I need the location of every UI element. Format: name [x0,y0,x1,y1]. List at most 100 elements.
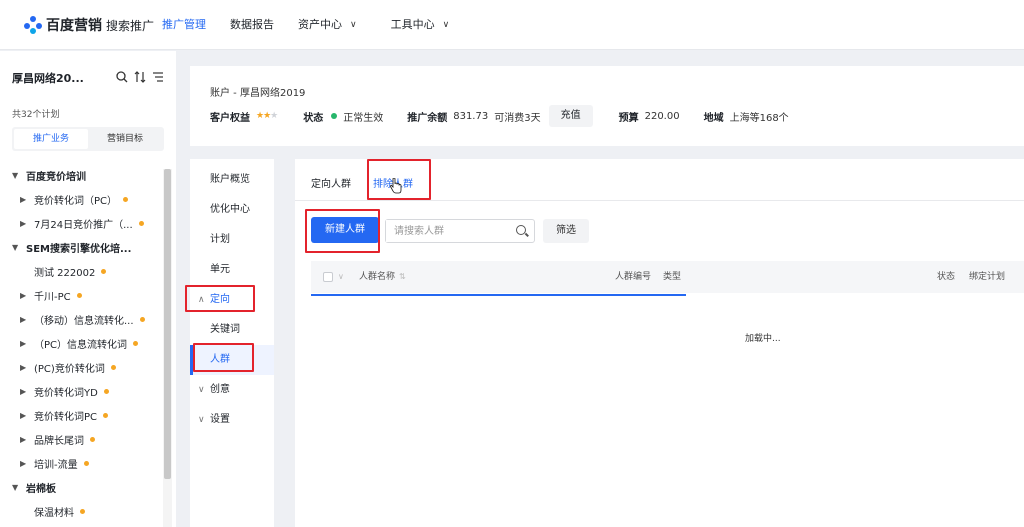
caret-right-icon[interactable]: ▶ [20,219,30,228]
sidebar-group[interactable]: ▼ 岩棉板 [0,475,162,499]
sidebar-plan-item[interactable]: ▶ 培训-流量 [0,451,162,475]
sidebar-item-label: 岩棉板 [26,483,56,495]
sidebar-plan-item[interactable]: ▶ 品牌长尾词 [0,427,162,451]
chevron-down-icon: ∨ [198,385,205,395]
search-input[interactable] [386,220,506,242]
caret-right-icon[interactable]: ▶ [20,435,30,444]
subnav-plan[interactable]: 计划 [190,225,274,255]
status-dot-icon [139,316,145,322]
account-summary: 账户 - 厚昌网络2019 客户权益 ★★★ 状态 正常生效 推广余额 831.… [190,66,1024,146]
top-nav: 推广管理 数据报告 资产中心 ∨ 工具中心 ∨ [150,0,461,50]
caret-down-icon[interactable]: ▼ [12,243,22,252]
logo[interactable]: 百度营销 搜索推广 [24,14,154,36]
sidebar-item-label: （PC）信息流转化词 [34,339,128,351]
sidebar-plan-item[interactable]: ▶ （移动）信息流转化... [0,307,162,331]
hand-cursor-icon [390,178,402,194]
status-dot-icon [76,292,82,298]
sidebar-plan-item[interactable]: ▶ 竞价转化词（PC） [0,187,162,211]
star-rating-icon: ★★★ [256,111,278,121]
sidebar-item-label: 竞价转化词（PC） [34,195,118,207]
sidebar-item-label: SEM搜索引擎优化培... [26,243,132,255]
balance-value: 831.73 [453,110,489,122]
status-dot-icon [90,436,95,442]
search-icon[interactable] [116,70,128,86]
subnav-unit[interactable]: 单元 [190,255,274,285]
balance-days: 可消费3天 [494,112,541,124]
budget-value[interactable]: 220.00 [645,111,680,122]
sort-icon[interactable] [134,70,146,86]
sidebar-plan-item[interactable]: 保温材料 [0,499,162,523]
nav-promotion[interactable]: 推广管理 [150,0,218,50]
caret-right-icon[interactable]: ▶ [20,195,30,204]
filter-button[interactable]: 筛选 [543,219,589,243]
status-dot-icon [80,508,85,514]
chevron-down-icon[interactable]: ∨ [338,261,344,293]
caret-down-icon[interactable]: ▼ [12,483,22,492]
status-dot-icon [110,364,116,370]
sidebar-plan-item[interactable]: ▶ (PC)竞价转化词 [0,355,162,379]
column-id: 人群编号 [615,272,652,282]
nav-tools[interactable]: 工具中心 ∨ [379,0,462,50]
sort-icon: ⇅ [399,272,406,281]
sidebar-scrollbar[interactable] [163,169,172,527]
balance-label: 推广余额 [407,112,448,124]
list-menu-icon[interactable] [152,71,164,86]
annotation-box [305,209,380,253]
sidebar-plan-item[interactable]: ▶ 竞价转化词PC [0,403,162,427]
account-name[interactable]: 厚昌网络20... [12,70,116,86]
recharge-button[interactable]: 充值 [548,105,593,127]
plan-sidebar: 厚昌网络20... 共32个计划 推广业务 营销目标 ▼ 百度竞价培训 ▶ 竞价转化词… [0,51,176,527]
sidebar-item-label: 测试 222002 [34,267,96,279]
subnav-overview[interactable]: 账户概览 [190,165,274,195]
caret-right-icon[interactable]: ▶ [20,459,30,468]
caret-down-icon[interactable]: ▼ [12,171,22,180]
column-name[interactable]: 人群名称 ⇅ [359,261,406,293]
plan-tree: ▼ 百度竞价培训 ▶ 竞价转化词（PC） ▶ 7月24日竞价推广（... ▼ SEM搜索引擎优… [0,163,162,527]
status-value: 正常生效 [343,112,384,124]
sidebar-item-label: 培训-流量 [34,459,78,471]
chevron-down-icon: ∨ [198,415,205,425]
sidebar-group[interactable]: ▼ 百度竞价培训 [0,163,162,187]
status-dot-icon [138,220,144,226]
paw-logo-icon [24,16,42,34]
caret-right-icon[interactable]: ▶ [20,387,30,396]
sidebar-plan-item[interactable]: ▶ 竞价转化词YD [0,379,162,403]
subnav-keywords[interactable]: 关键词 [190,315,274,345]
sidebar-plan-item[interactable]: 测试 222002 [0,259,162,283]
nav-assets[interactable]: 资产中心 ∨ [286,0,369,50]
sidebar-plan-item[interactable]: ▶ 千川-PC [0,283,162,307]
caret-right-icon[interactable]: ▶ [20,315,30,324]
select-all-checkbox[interactable] [323,272,333,282]
subnav-creative[interactable]: ∨ 创意 [190,375,274,405]
status-label: 状态 [303,112,324,124]
status-dot-icon [123,196,129,202]
tab-targeted-audience[interactable]: 定向人群 [311,169,351,201]
table-header: ∨ 人群名称 ⇅ 人群编号 类型 状态 绑定计划 [311,261,1024,293]
nav-reports[interactable]: 数据报告 [218,0,286,50]
nav-label: 资产中心 [298,18,342,31]
caret-right-icon[interactable]: ▶ [20,363,30,372]
sidebar-plan-item[interactable]: ▶ 7月24日竞价推广（... [0,211,162,235]
search-icon[interactable] [516,225,526,235]
sidebar-item-label: 百度竞价培训 [26,171,86,183]
subnav-settings[interactable]: ∨ 设置 [190,405,274,435]
subnav-optimize[interactable]: 优化中心 [190,195,274,225]
scrollbar-thumb[interactable] [164,169,171,479]
tab-promotion-business[interactable]: 推广业务 [14,129,88,149]
rights-label: 客户权益 [210,112,250,124]
nav-label: 推广管理 [162,18,206,31]
status-ok-icon [331,113,338,119]
audience-search[interactable] [385,219,535,243]
region-value[interactable]: 上海等168个 [730,109,789,124]
caret-right-icon[interactable]: ▶ [20,339,30,348]
audience-panel: 定向人群 排除人群 新建人群 筛选 ∨ 人群名称⇅ 人群编号 类型 状态 绑定计… [295,159,1024,527]
tab-divider [295,200,1024,201]
sidebar-item-label: (PC)竞价转化词 [34,363,105,375]
caret-right-icon[interactable]: ▶ [20,291,30,300]
tab-marketing-goal[interactable]: 营销目标 [88,129,162,149]
sidebar-group[interactable]: ▼ SEM搜索引擎优化培... [0,235,162,259]
caret-right-icon[interactable]: ▶ [20,411,30,420]
column-status: 状态 [937,272,956,282]
sidebar-plan-item[interactable]: ▶ （PC）信息流转化词 [0,331,162,355]
status-dot-icon [103,388,109,394]
